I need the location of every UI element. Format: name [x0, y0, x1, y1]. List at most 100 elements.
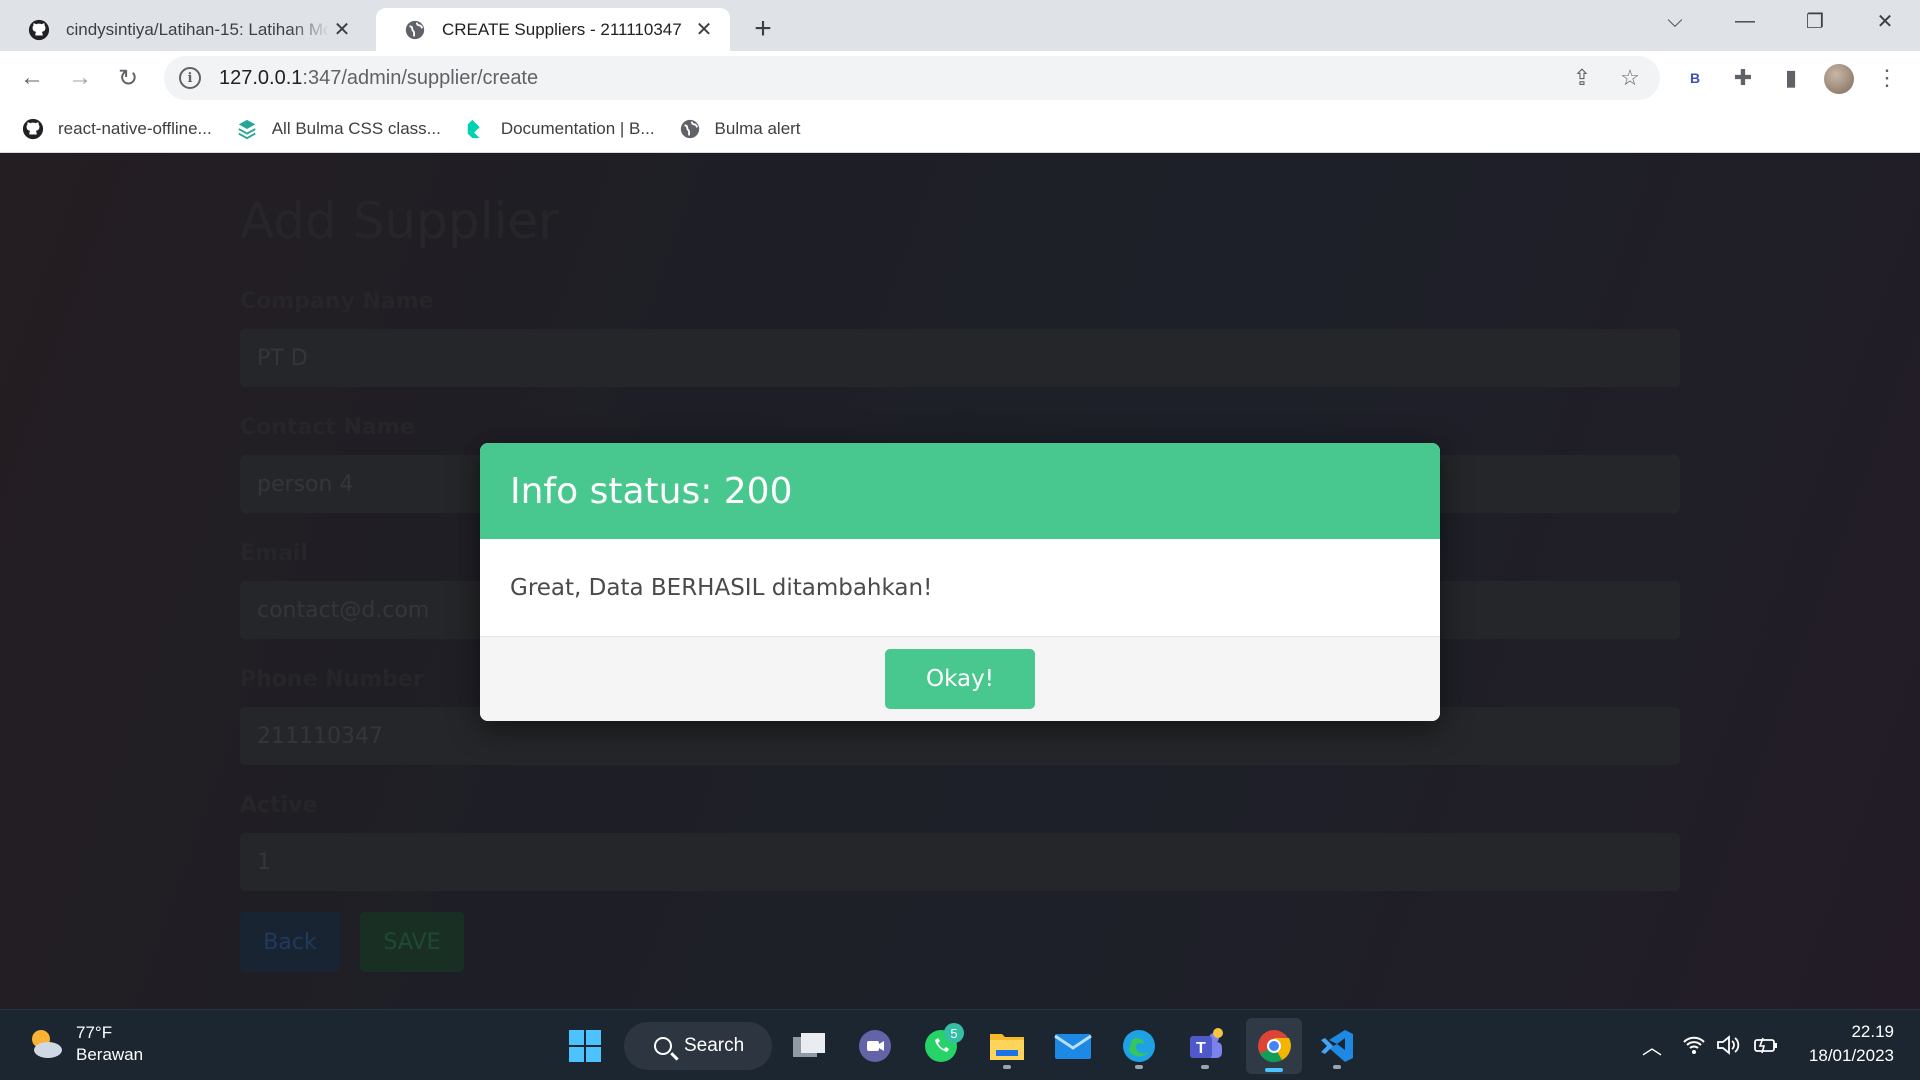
clock-date: 18/01/2023	[1808, 1046, 1894, 1065]
bookmark-bulma-alert[interactable]: Bulma alert	[679, 118, 801, 140]
teams-icon: T	[1190, 1028, 1223, 1058]
chrome-icon	[1258, 1030, 1291, 1063]
browser-toolbar: ← → ↻ i 127.0.0.1:347/admin/supplier/cre…	[0, 51, 1920, 105]
tab-create-suppliers[interactable]: CREATE Suppliers - 211110347 ✕	[376, 8, 730, 51]
tab-search-chevron-icon[interactable]: ⌵	[1640, 0, 1710, 42]
company-name-input[interactable]: PT D	[240, 329, 1680, 387]
clock-time: 22.19	[1851, 1022, 1894, 1041]
file-explorer-button[interactable]	[982, 1021, 1032, 1071]
edge-icon	[1123, 1030, 1155, 1062]
docs-icon	[467, 119, 480, 138]
svg-text:T: T	[1196, 1040, 1206, 1057]
info-status-modal: Info status: 200 Great, Data BERHASIL di…	[480, 443, 1440, 721]
mail-icon	[1054, 1034, 1092, 1059]
teams-button[interactable]: T	[1180, 1021, 1230, 1071]
url-host: 127.0.0.1	[219, 66, 303, 89]
tab-title: CREATE Suppliers - 211110347	[442, 19, 682, 39]
running-indicator	[1201, 1065, 1209, 1069]
bookmark-label: Documentation | B...	[500, 118, 655, 138]
tab-close-icon[interactable]: ✕	[692, 18, 716, 42]
site-info-icon[interactable]: i	[179, 67, 201, 89]
extension-letter: B	[1689, 70, 1701, 86]
modal-title: Info status: 200	[510, 470, 793, 512]
close-window-button[interactable]: ✕	[1850, 0, 1920, 42]
bookmark-star-icon[interactable]: ☆	[1612, 60, 1648, 96]
menu-dots-icon[interactable]: ⋮	[1870, 61, 1904, 95]
teams-chat-button[interactable]	[850, 1021, 900, 1071]
okay-button[interactable]: Okay!	[885, 649, 1035, 709]
tab-close-icon[interactable]: ✕	[330, 18, 354, 42]
weather-temp: 77°F	[76, 1023, 113, 1042]
active-label: Active	[240, 793, 318, 818]
company-name-label: Company Name	[240, 289, 434, 314]
search-label: Search	[684, 1035, 745, 1056]
volume-icon[interactable]	[1713, 1030, 1743, 1060]
running-indicator	[1333, 1065, 1341, 1069]
minimize-button[interactable]: —	[1710, 0, 1780, 42]
globe-icon	[680, 119, 699, 138]
bulma-extension-icon[interactable]: B	[1678, 61, 1712, 95]
github-icon	[28, 19, 50, 40]
windows-taskbar: 77°F Berawan Search 5 T ︿ 22.19 18/01/20…	[0, 1009, 1920, 1080]
restore-button[interactable]: ❐	[1780, 0, 1850, 42]
github-icon	[22, 118, 44, 139]
save-button[interactable]: SAVE	[360, 912, 464, 972]
whatsapp-button[interactable]: 5	[916, 1021, 966, 1071]
taskbar-search[interactable]: Search	[624, 1022, 772, 1070]
tab-title: cindysintiya/Latihan-15: Latihan Modul	[66, 19, 330, 39]
bookmark-label: react-native-offline...	[58, 118, 212, 138]
reload-icon[interactable]: ↻	[111, 61, 145, 95]
tab-strip: cindysintiya/Latihan-15: Latihan Modul ✕…	[0, 0, 1920, 51]
chrome-button[interactable]	[1246, 1018, 1302, 1074]
whatsapp-badge: 5	[944, 1023, 964, 1043]
running-indicator	[1003, 1065, 1011, 1069]
folder-icon	[990, 1034, 1024, 1060]
modal-header: Info status: 200	[480, 443, 1440, 539]
running-indicator	[1135, 1065, 1143, 1069]
profile-avatar[interactable]	[1824, 64, 1854, 94]
modal-message: Great, Data BERHASIL ditambahkan!	[510, 574, 933, 601]
bookmark-label: Bulma alert	[714, 118, 801, 138]
bookmark-bulma-css-classes[interactable]: All Bulma CSS class...	[236, 118, 441, 140]
bookmark-documentation[interactable]: Documentation | B...	[465, 118, 655, 140]
address-bar[interactable]: i 127.0.0.1:347/admin/supplier/create ⇪ …	[164, 56, 1660, 100]
share-icon[interactable]: ⇪	[1564, 60, 1600, 96]
weather-desc: Berawan	[76, 1045, 144, 1064]
window-controls: ⌵ — ❐ ✕	[1640, 0, 1920, 42]
phone-number-label: Phone Number	[240, 667, 424, 692]
modal-footer: Okay!	[480, 637, 1440, 721]
video-chat-icon	[859, 1030, 891, 1062]
globe-icon	[405, 20, 425, 39]
extensions-puzzle-icon[interactable]: ✚	[1726, 61, 1760, 95]
vscode-button[interactable]	[1312, 1021, 1362, 1071]
running-indicator	[1265, 1068, 1283, 1072]
task-view-button[interactable]	[784, 1021, 834, 1071]
page-title: Add Supplier	[240, 192, 559, 250]
battery-icon[interactable]	[1751, 1030, 1781, 1060]
system-clock[interactable]: 22.19 18/01/2023	[1809, 1020, 1894, 1068]
contact-name-label: Contact Name	[240, 415, 415, 440]
mail-button[interactable]	[1048, 1021, 1098, 1071]
start-button[interactable]	[560, 1021, 610, 1071]
wifi-icon[interactable]	[1679, 1030, 1709, 1060]
windows-logo-icon	[569, 1030, 601, 1062]
active-input[interactable]: 1	[240, 833, 1680, 891]
search-icon	[654, 1037, 672, 1055]
back-arrow-icon[interactable]: ←	[15, 61, 49, 95]
back-button[interactable]: Back	[240, 912, 340, 972]
cloudy-weather-icon	[26, 1024, 66, 1064]
weather-widget[interactable]: 77°F Berawan	[26, 1022, 143, 1066]
new-tab-button[interactable]: +	[746, 12, 780, 46]
bookmark-label: All Bulma CSS class...	[271, 118, 441, 138]
bookmarks-bar: react-native-offline... All Bulma CSS cl…	[0, 105, 1920, 153]
vscode-icon	[1321, 1030, 1353, 1062]
forward-arrow-icon[interactable]: →	[63, 61, 97, 95]
tab-github[interactable]: cindysintiya/Latihan-15: Latihan Modul ✕	[0, 8, 368, 51]
bookmark-react-native-offline[interactable]: react-native-offline...	[22, 118, 212, 140]
bulma-icon	[238, 119, 256, 139]
url-path: :347/admin/supplier/create	[302, 66, 539, 89]
side-panel-icon[interactable]: ▮	[1774, 61, 1808, 95]
edge-button[interactable]	[1114, 1021, 1164, 1071]
modal-body: Great, Data BERHASIL ditambahkan!	[480, 539, 1440, 637]
show-hidden-icons-chevron-icon[interactable]: ︿	[1637, 1030, 1667, 1060]
